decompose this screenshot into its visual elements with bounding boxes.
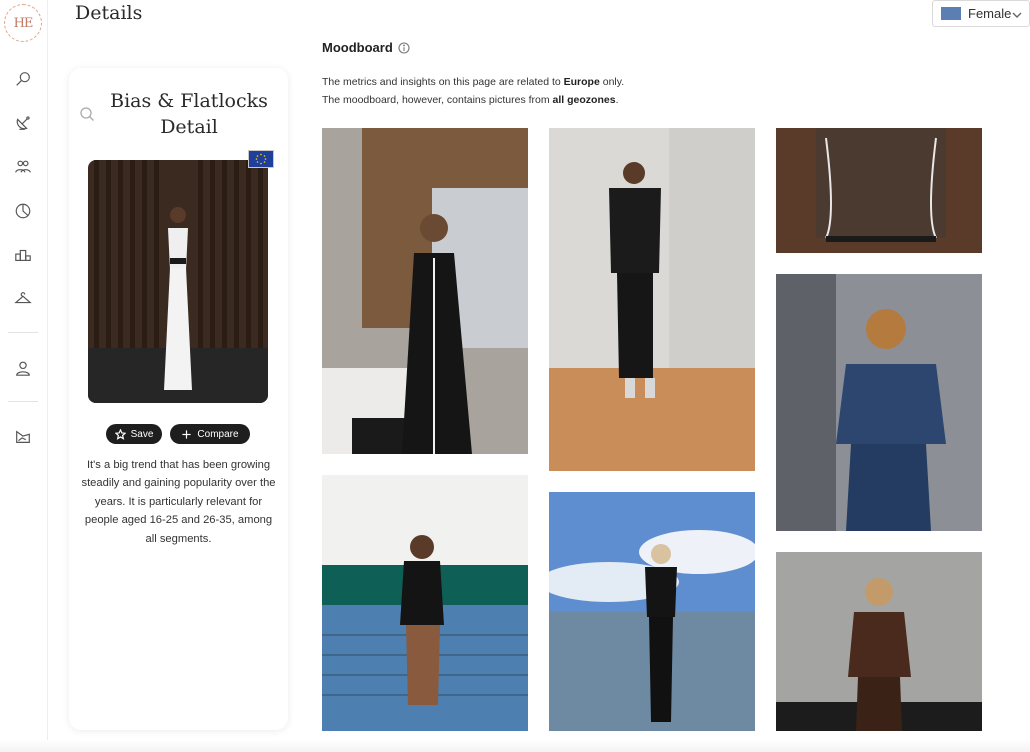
trend-title-line1: Bias & Flatlocks bbox=[110, 90, 268, 112]
trend-hero-image[interactable] bbox=[88, 160, 268, 403]
chevron-down-icon bbox=[1011, 8, 1023, 20]
moodboard-description: The metrics and insights on this page ar… bbox=[322, 73, 624, 109]
user-icon[interactable] bbox=[12, 357, 34, 379]
pie-chart-icon[interactable] bbox=[12, 200, 34, 222]
report-icon[interactable] bbox=[12, 426, 34, 448]
gender-select[interactable]: Female bbox=[932, 0, 1030, 27]
sidebar-divider bbox=[8, 332, 38, 333]
podium-icon[interactable] bbox=[12, 244, 34, 266]
save-button-label: Save bbox=[130, 428, 154, 440]
plus-icon bbox=[182, 429, 192, 439]
trend-title-line2: Detail bbox=[160, 116, 218, 138]
save-button[interactable]: Save bbox=[106, 424, 162, 444]
hanger-icon[interactable] bbox=[12, 288, 34, 310]
gender-color-swatch bbox=[941, 7, 961, 20]
brand-logo[interactable]: HE bbox=[4, 4, 42, 42]
moodboard-image[interactable] bbox=[322, 475, 528, 731]
search-icon[interactable] bbox=[12, 68, 34, 90]
moodboard-title: Moodboard bbox=[322, 40, 393, 55]
compare-button-label: Compare bbox=[197, 428, 239, 440]
moodboard-image[interactable] bbox=[776, 274, 982, 531]
trend-description: It's a big trend that has been growing s… bbox=[81, 459, 276, 545]
page-title: Details bbox=[75, 2, 143, 24]
moodboard-image[interactable] bbox=[776, 128, 982, 253]
trend-detail-card: Bias & Flatlocks Detail Save Compare It'… bbox=[69, 68, 288, 730]
moodboard-description-line2: The moodboard, however, contains picture… bbox=[322, 94, 619, 106]
moodboard-image[interactable] bbox=[322, 128, 528, 454]
moodboard-image[interactable] bbox=[776, 552, 982, 731]
trend-title: Bias & Flatlocks Detail bbox=[99, 88, 279, 140]
search-icon[interactable] bbox=[79, 106, 95, 122]
info-icon[interactable] bbox=[398, 41, 410, 54]
eu-flag-icon bbox=[248, 150, 274, 168]
satellite-icon[interactable] bbox=[12, 112, 34, 134]
moodboard-description-line1: The metrics and insights on this page ar… bbox=[322, 76, 625, 88]
moodboard-image[interactable] bbox=[549, 492, 755, 731]
sidebar-divider bbox=[8, 401, 38, 402]
sidebar: HE bbox=[0, 0, 48, 752]
moodboard-image[interactable] bbox=[549, 128, 755, 471]
community-icon[interactable] bbox=[12, 156, 34, 178]
star-icon bbox=[114, 428, 126, 440]
compare-button[interactable]: Compare bbox=[170, 424, 250, 444]
page-bottom-edge bbox=[0, 740, 1030, 752]
gender-select-value: Female bbox=[968, 6, 1012, 21]
